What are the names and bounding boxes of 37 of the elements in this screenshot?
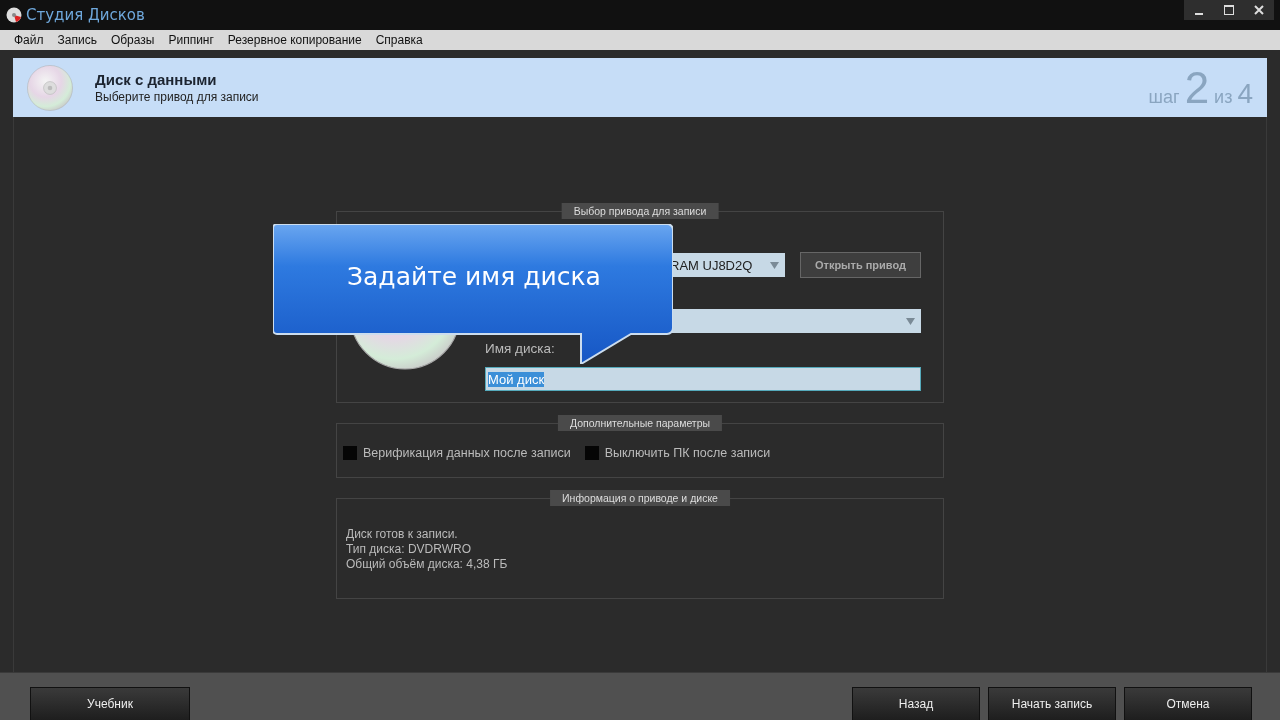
maximize-icon <box>1224 5 1234 15</box>
menu-item[interactable]: Риппинг <box>161 33 221 47</box>
checkbox-option[interactable]: Верификация данных после записи <box>343 445 571 460</box>
field-label: Имя диска: <box>485 341 555 356</box>
checkbox[interactable] <box>584 445 599 460</box>
header-title: Диск с данными <box>95 71 218 88</box>
close-icon <box>1254 5 1264 15</box>
footer-button[interactable]: Назад <box>852 687 980 720</box>
menu-item[interactable]: Образы <box>103 33 162 47</box>
info-line: Диск готов к записи. <box>346 527 459 541</box>
open-drive-button[interactable]: Открыть привод <box>800 252 921 278</box>
step-total: 4 <box>1237 77 1253 110</box>
footer-button[interactable]: Начать запись <box>988 687 1116 720</box>
dropdown-arrow-icon <box>770 261 779 269</box>
callout-text: Задайте имя диска <box>347 262 601 291</box>
dropdown-arrow-icon <box>906 317 915 325</box>
group-legend: Выбор привода для записи <box>561 203 719 219</box>
step-number: 2 <box>1184 62 1210 113</box>
minimize-icon <box>1195 13 1203 15</box>
menu-item[interactable]: Резервное копирование <box>220 33 369 47</box>
step-label: из <box>1214 86 1233 108</box>
menu-item[interactable]: Запись <box>50 33 104 47</box>
step-label: шаг <box>1148 86 1180 108</box>
info-line: Общий объём диска: 4,38 ГБ <box>346 557 509 571</box>
menu-item[interactable]: Справка <box>368 33 430 47</box>
disc-icon <box>27 64 73 111</box>
header-subtitle: Выберите привод для записи <box>95 90 259 104</box>
group-legend: Дополнительные параметры <box>557 415 723 431</box>
window-title: Студия Дисков <box>26 6 145 24</box>
disc-icon <box>6 7 22 23</box>
tutorial-button[interactable]: Учебник <box>30 687 190 720</box>
menu-item[interactable]: Файл <box>7 33 51 47</box>
footer-button[interactable]: Отмена <box>1124 687 1252 720</box>
info-line: Тип диска: DVDRWRO <box>346 542 472 556</box>
checkbox-option[interactable]: Выключить ПК после записи <box>584 445 771 460</box>
checkbox[interactable] <box>343 445 357 460</box>
group-legend: Информация о приводе и диске <box>550 490 730 506</box>
